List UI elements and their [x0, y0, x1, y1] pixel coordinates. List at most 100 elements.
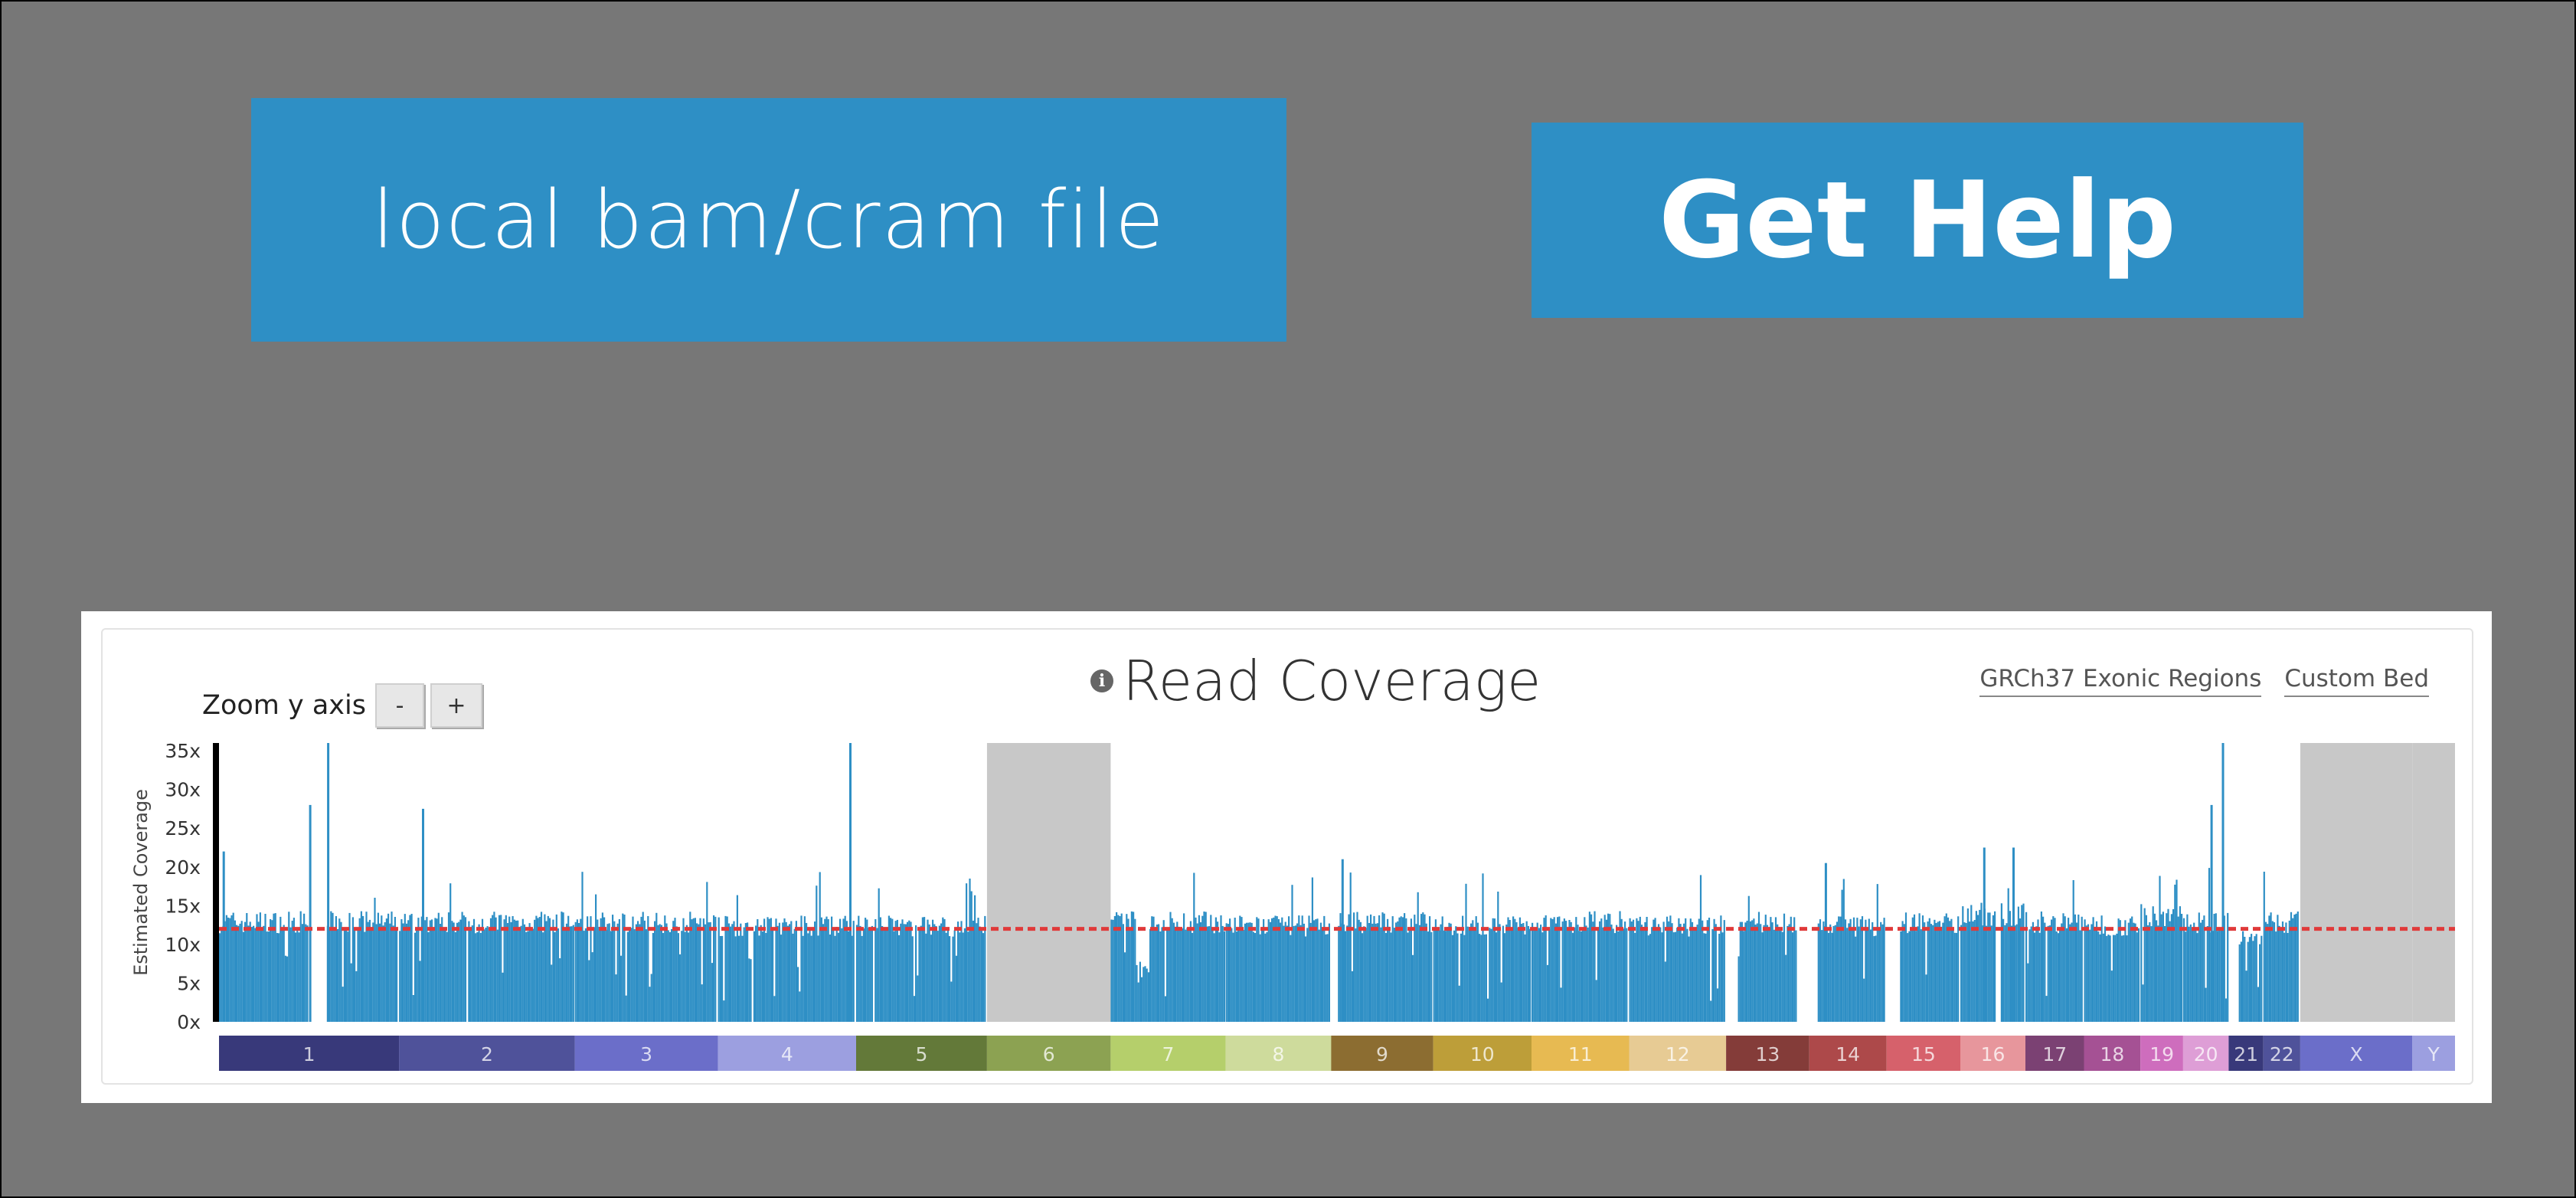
coverage-bar — [1179, 930, 1182, 1022]
coverage-bar — [1535, 929, 1537, 1022]
coverage-bar — [2123, 935, 2125, 1022]
coverage-bar — [1308, 915, 1310, 1022]
coverage-bar — [744, 923, 747, 1022]
coverage-bar — [1434, 919, 1437, 1022]
coverage-bar — [1827, 932, 1830, 1022]
coverage-bar — [1852, 917, 1855, 1022]
coverage-bar — [1746, 921, 1748, 1022]
coverage-bar — [979, 926, 981, 1022]
coverage-bar — [485, 928, 487, 1022]
coverage-bar — [545, 921, 548, 1022]
chrom-3-coverage[interactable] — [574, 872, 717, 1022]
coverage-bar — [1122, 924, 1124, 1022]
coverage-bar — [829, 935, 831, 1022]
chrom-16-coverage[interactable] — [1960, 847, 2025, 1023]
coverage-bar — [1921, 915, 1924, 1022]
coverage-bar — [1119, 916, 1121, 1022]
coverage-bar — [1487, 998, 1489, 1022]
coverage-bar — [489, 918, 492, 1022]
coverage-bar — [883, 927, 885, 1022]
chrom-6-coverage[interactable] — [986, 743, 1111, 1022]
coverage-bar — [896, 919, 898, 1022]
coverage-bar — [250, 927, 253, 1022]
coverage-bar — [1689, 918, 1692, 1022]
coverage-bar — [1533, 929, 1535, 1022]
coverage-bar — [2000, 903, 2002, 1022]
chrom-21-coverage[interactable] — [2238, 931, 2263, 1022]
coverage-bar — [2218, 929, 2221, 1022]
coverage-bar — [298, 932, 300, 1022]
chrom-13-label: 13 — [1755, 1043, 1780, 1065]
coverage-bar — [776, 925, 779, 1022]
coverage-bar — [1250, 922, 1253, 1022]
coverage-bar — [907, 921, 909, 1022]
coverage-bar — [713, 915, 715, 1022]
coverage-bar — [1415, 924, 1417, 1022]
coverage-bar — [2142, 984, 2144, 1022]
coverage-bar — [1603, 915, 1606, 1022]
coverage-bar — [980, 931, 982, 1022]
coverage-bar — [1582, 929, 1584, 1022]
chrom-12-coverage[interactable] — [1629, 875, 1725, 1022]
coverage-bar — [1977, 915, 1979, 1022]
chrom-13-coverage[interactable] — [1737, 895, 1797, 1022]
coverage-bar — [1721, 932, 1724, 1022]
coverage-bar — [2030, 926, 2032, 1022]
coverage-bar — [1647, 935, 1649, 1022]
coverage-bar — [1629, 918, 1631, 1022]
coverage-bar — [1172, 922, 1175, 1022]
coverage-bar — [1656, 930, 1658, 1022]
chrom-5-coverage[interactable] — [856, 879, 986, 1022]
chrom-7-coverage[interactable] — [1110, 872, 1225, 1023]
coverage-bar — [1489, 928, 1491, 1022]
coverage-bar — [2227, 912, 2229, 1022]
coverage-bar — [1761, 932, 1764, 1022]
chrom-X-coverage[interactable] — [2300, 743, 2413, 1022]
coverage-bar — [2257, 987, 2259, 1022]
coverage-bar — [1139, 961, 1141, 1022]
coverage-bar — [1554, 923, 1557, 1022]
coverage-bar — [635, 924, 637, 1022]
coverage-bar — [942, 917, 944, 1022]
local-file-button[interactable]: local bam/cram file — [251, 98, 1286, 342]
chrom-4-coverage[interactable] — [718, 743, 855, 1022]
coverage-bar — [1176, 921, 1178, 1022]
chrom-22-coverage[interactable] — [2263, 872, 2299, 1022]
chrom-19-coverage[interactable] — [2140, 876, 2183, 1023]
coverage-bar — [503, 919, 505, 1022]
coverage-bar — [1229, 918, 1231, 1022]
coverage-bar — [1664, 961, 1666, 1022]
coverage-bar — [817, 935, 819, 1022]
chrom-18-coverage[interactable] — [2084, 915, 2140, 1022]
chrom-1-coverage[interactable] — [219, 743, 398, 1022]
coverage-bar — [1536, 922, 1538, 1022]
coverage-bar — [704, 924, 707, 1022]
coverage-bar — [2069, 924, 2071, 1022]
coverage-spike — [2012, 847, 2015, 1022]
coverage-bar — [733, 921, 735, 1022]
coverage-bar — [718, 917, 720, 1022]
coverage-bar — [1149, 928, 1152, 1022]
get-help-button[interactable]: Get Help — [1532, 123, 2303, 318]
chrom-20-coverage[interactable] — [2182, 743, 2229, 1022]
coverage-bar — [1935, 923, 1937, 1022]
coverage-bar — [371, 927, 373, 1022]
coverage-bar — [1577, 925, 1579, 1022]
coverage-bar — [281, 928, 283, 1022]
coverage-bar — [755, 925, 757, 1022]
coverage-bar — [1646, 917, 1648, 1022]
chrom-17-coverage[interactable] — [2025, 880, 2083, 1022]
coverage-bar — [1757, 912, 1760, 1022]
chrom-Y-coverage[interactable] — [2412, 743, 2455, 1022]
chrom-2-coverage[interactable] — [399, 808, 574, 1022]
coverage-bar — [605, 929, 607, 1022]
chrom-8-coverage[interactable] — [1225, 877, 1330, 1023]
coverage-bar — [2136, 932, 2138, 1022]
chrom-14-coverage[interactable] — [1817, 862, 1885, 1022]
coverage-bar — [239, 923, 241, 1022]
chrom-10-coverage[interactable] — [1433, 873, 1532, 1022]
coverage-bar — [409, 915, 411, 1022]
coverage-bar — [1466, 926, 1469, 1022]
chrom-9-coverage[interactable] — [1338, 859, 1433, 1022]
coverage-bar — [1957, 916, 1960, 1022]
